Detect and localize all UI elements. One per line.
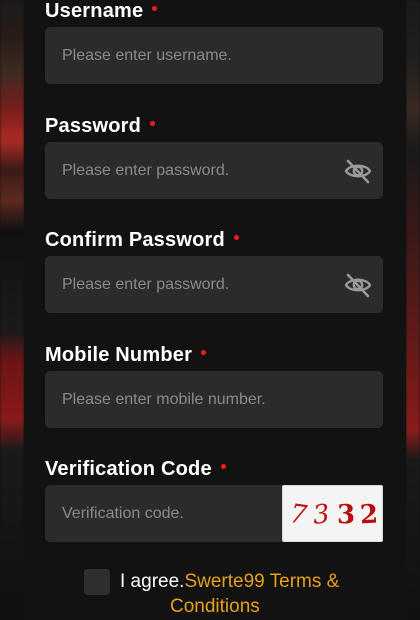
agree-checkbox[interactable] <box>84 569 110 595</box>
username-input[interactable] <box>45 27 383 84</box>
background-left-strip <box>0 0 24 620</box>
username-input-box <box>45 27 383 84</box>
password-input-box <box>45 142 383 199</box>
required-dot <box>152 6 158 12</box>
eye-slash-icon[interactable] <box>343 156 373 186</box>
terms-link[interactable]: Swerte99 Terms & <box>184 571 339 592</box>
mobile-number-input[interactable] <box>45 371 383 428</box>
required-dot <box>150 121 156 127</box>
confirm-password-field-group: Confirm Password <box>45 227 383 313</box>
verification-field-group: Verification Code 7 3 3 2 <box>45 456 383 542</box>
registration-form: Username Password Confirm Password <box>24 0 406 620</box>
password-input[interactable] <box>45 142 383 199</box>
captcha-digit: 3 <box>337 500 356 530</box>
password-label: Password <box>45 113 383 139</box>
agree-text: I agree.Swerte99 Terms & <box>120 571 340 592</box>
background-right-strip <box>406 0 420 620</box>
mobile-label: Mobile Number <box>45 342 383 368</box>
terms-agreement: I agree.Swerte99 Terms & Conditions <box>84 567 384 619</box>
captcha-digit: 2 <box>359 499 379 531</box>
mobile-input-box <box>45 371 383 428</box>
verification-label: Verification Code <box>45 456 383 482</box>
mobile-field-group: Mobile Number <box>45 342 383 428</box>
eye-slash-icon[interactable] <box>343 270 373 300</box>
required-dot <box>201 350 207 356</box>
captcha-digit: 7 <box>287 498 309 532</box>
confirm-password-input-box <box>45 256 383 313</box>
captcha-digit: 3 <box>311 499 332 531</box>
required-dot <box>233 235 239 241</box>
required-dot <box>220 464 226 470</box>
username-field-group: Username <box>45 0 383 84</box>
terms-link-continued[interactable]: Conditions <box>170 596 260 618</box>
confirm-password-input[interactable] <box>45 256 383 313</box>
confirm-password-label: Confirm Password <box>45 227 383 253</box>
password-field-group: Password <box>45 113 383 199</box>
username-label: Username <box>45 0 383 24</box>
captcha-image[interactable]: 7 3 3 2 <box>282 485 383 542</box>
verification-input-box: 7 3 3 2 <box>45 485 383 542</box>
